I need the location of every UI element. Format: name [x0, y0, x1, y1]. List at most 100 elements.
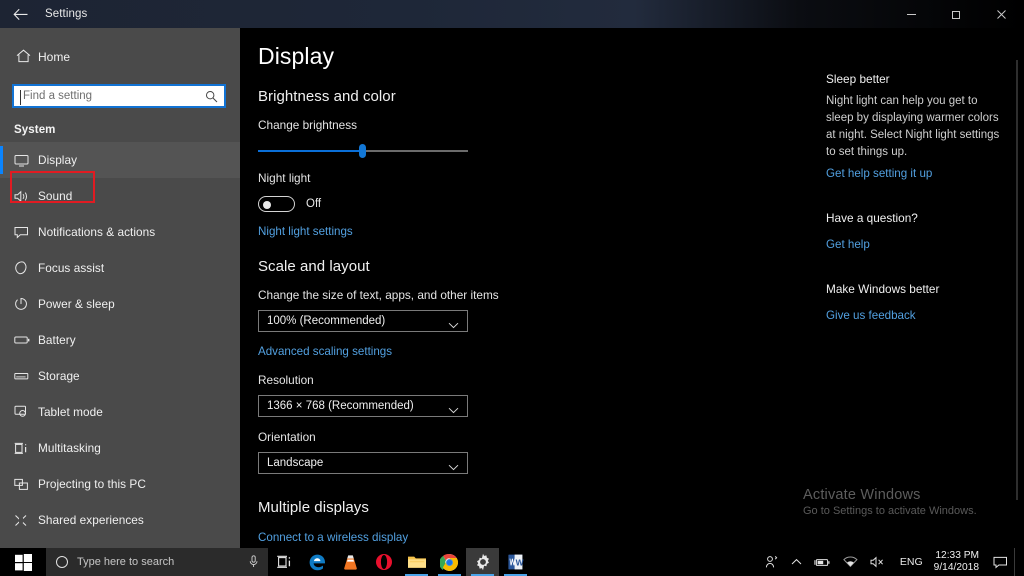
storage-icon	[14, 366, 38, 386]
tray-language[interactable]: ENG	[893, 556, 930, 568]
chevron-up-icon[interactable]	[785, 548, 808, 576]
night-light-toggle[interactable]	[258, 196, 295, 212]
battery-tray-icon[interactable]	[808, 548, 837, 576]
sidebar-item-shared-experiences[interactable]: Shared experiences	[0, 502, 240, 538]
speaker-icon	[14, 186, 38, 206]
section-heading-scale: Scale and layout	[258, 258, 803, 275]
help-heading: Sleep better	[826, 72, 1001, 86]
wifi-icon[interactable]	[837, 548, 864, 576]
sidebar-item-label: Battery	[38, 333, 76, 347]
night-light-label: Night light	[258, 171, 803, 185]
svg-text:W: W	[516, 557, 524, 567]
project-icon	[14, 474, 38, 494]
sidebar-group-title: System	[0, 108, 240, 142]
settings-window: Settings Home	[0, 0, 1024, 576]
action-center-icon[interactable]	[987, 548, 1014, 576]
sidebar-home-label: Home	[38, 50, 70, 64]
brightness-slider[interactable]	[258, 144, 468, 158]
sidebar-item-tablet-mode[interactable]: Tablet mode	[0, 394, 240, 430]
vlc-cone-icon[interactable]	[334, 548, 367, 576]
people-icon[interactable]	[759, 548, 785, 576]
edge-icon[interactable]	[301, 548, 334, 576]
sidebar-item-label: Storage	[38, 369, 80, 383]
microphone-icon[interactable]	[249, 555, 258, 573]
sidebar-item-battery[interactable]: Battery	[0, 322, 240, 358]
slider-thumb[interactable]	[359, 144, 366, 158]
help-block-have-question: Have a question? Get help	[826, 211, 1001, 253]
sidebar-item-projecting[interactable]: Projecting to this PC	[0, 466, 240, 502]
chrome-icon[interactable]	[433, 548, 466, 576]
help-panel: Sleep better Night light can help you ge…	[826, 72, 1001, 353]
maximize-button[interactable]	[934, 0, 979, 28]
moon-icon	[14, 258, 38, 278]
help-link-get-help[interactable]: Get help	[826, 238, 870, 251]
search-box[interactable]	[12, 84, 226, 108]
brightness-label: Change brightness	[258, 118, 803, 132]
gear-icon[interactable]	[466, 548, 499, 576]
sidebar-item-label: Focus assist	[38, 261, 104, 275]
sidebar-item-multitasking[interactable]: Multitasking	[0, 430, 240, 466]
search-input[interactable]	[14, 90, 224, 102]
advanced-scaling-link[interactable]: Advanced scaling settings	[258, 345, 392, 358]
title-bar: Settings	[0, 0, 1024, 28]
clock-date: 9/14/2018	[934, 562, 979, 574]
scale-dropdown[interactable]: 100% (Recommended)	[258, 310, 468, 332]
system-tray: ENG 12:33 PM 9/14/2018	[759, 548, 1024, 576]
sidebar-item-home[interactable]: Home	[0, 42, 240, 72]
sidebar-item-focus-assist[interactable]: Focus assist	[0, 250, 240, 286]
orientation-dropdown[interactable]: Landscape	[258, 452, 468, 474]
toggle-knob	[263, 201, 271, 209]
opera-icon[interactable]	[367, 548, 400, 576]
task-view-icon[interactable]	[268, 548, 301, 576]
word-icon[interactable]: W	[499, 548, 532, 576]
sidebar-item-sound[interactable]: Sound	[0, 178, 240, 214]
windows-start-icon[interactable]	[0, 548, 46, 576]
resolution-label: Resolution	[258, 373, 803, 387]
section-heading-multiple-displays: Multiple displays	[258, 499, 803, 516]
home-icon	[16, 49, 38, 65]
help-heading: Make Windows better	[826, 282, 1001, 296]
settings-content: Display Brightness and color Change brig…	[240, 28, 1024, 548]
taskbar: Type here to search	[0, 548, 1024, 576]
sidebar-item-notifications[interactable]: Notifications & actions	[0, 214, 240, 250]
window-controls	[889, 0, 1024, 28]
sidebar-item-storage[interactable]: Storage	[0, 358, 240, 394]
taskbar-search-box[interactable]: Type here to search	[46, 548, 268, 576]
sidebar-item-label: Tablet mode	[38, 405, 103, 419]
folder-icon[interactable]	[400, 548, 433, 576]
night-light-state: Off	[306, 198, 321, 210]
help-link-setup[interactable]: Get help setting it up	[826, 167, 932, 180]
watermark-subtitle: Go to Settings to activate Windows.	[803, 505, 1018, 517]
help-link-feedback[interactable]: Give us feedback	[826, 309, 916, 322]
sidebar-item-label: Projecting to this PC	[38, 477, 146, 491]
night-light-toggle-row: Off	[258, 196, 803, 212]
sidebar-item-label: Sound	[38, 189, 72, 203]
window-title: Settings	[45, 8, 87, 20]
taskbar-clock[interactable]: 12:33 PM 9/14/2018	[930, 550, 987, 574]
sidebar-item-power-sleep[interactable]: Power & sleep	[0, 286, 240, 322]
back-arrow-icon[interactable]	[0, 0, 40, 28]
scale-dropdown-value: 100% (Recommended)	[259, 315, 385, 327]
volume-muted-icon[interactable]	[864, 548, 893, 576]
resolution-dropdown[interactable]: 1366 × 768 (Recommended)	[258, 395, 468, 417]
cortana-circle-icon	[56, 556, 68, 568]
activate-windows-watermark: Activate Windows Go to Settings to activ…	[803, 487, 1018, 517]
help-body: Night light can help you get to sleep by…	[826, 93, 1001, 161]
settings-sidebar: Home System Display Sound	[0, 28, 240, 548]
help-block-sleep-better: Sleep better Night light can help you ge…	[826, 72, 1001, 182]
slider-fill	[258, 150, 363, 152]
multitasking-icon	[14, 438, 38, 458]
night-light-settings-link[interactable]: Night light settings	[258, 225, 353, 238]
content-main-column: Display Brightness and color Change brig…	[258, 28, 803, 546]
taskbar-search-placeholder: Type here to search	[77, 556, 174, 568]
close-button[interactable]	[979, 0, 1024, 28]
watermark-title: Activate Windows	[803, 487, 1018, 503]
wireless-display-link[interactable]: Connect to a wireless display	[258, 531, 408, 544]
sidebar-item-label: Shared experiences	[38, 513, 144, 527]
content-scrollbar[interactable]	[1016, 60, 1018, 500]
minimize-button[interactable]	[889, 0, 934, 28]
sidebar-item-display[interactable]: Display	[0, 142, 240, 178]
show-desktop-button[interactable]	[1014, 548, 1024, 576]
title-bar-left: Settings	[0, 0, 87, 28]
orientation-label: Orientation	[258, 430, 803, 444]
